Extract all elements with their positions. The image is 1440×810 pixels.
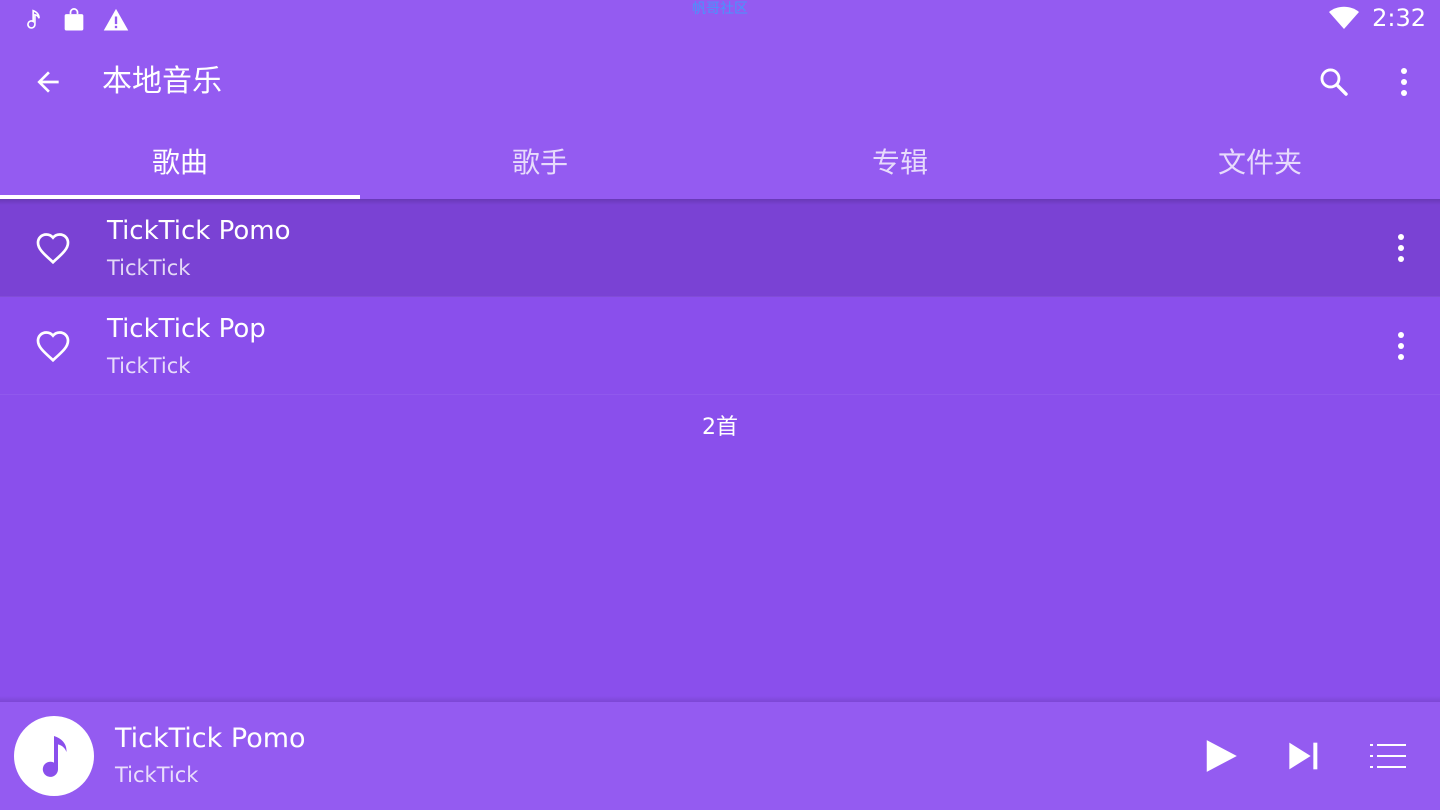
favorite-button[interactable]	[30, 225, 76, 271]
play-icon	[1206, 740, 1237, 772]
heart-outline-icon	[36, 233, 70, 265]
song-title: TickTick Pop	[107, 314, 266, 344]
now-playing-artist: TickTick	[115, 763, 199, 787]
queue-button[interactable]	[1360, 728, 1416, 784]
tab-bar-shadow	[0, 199, 1440, 205]
now-playing-bar[interactable]: TickTick Pomo TickTick	[0, 702, 1440, 810]
skip-next-icon	[1289, 742, 1318, 770]
song-more-button[interactable]	[1380, 225, 1422, 271]
song-title: TickTick Pomo	[107, 216, 291, 246]
song-artist: TickTick	[107, 256, 191, 280]
wifi-icon	[1329, 6, 1360, 29]
play-button[interactable]	[1193, 728, 1249, 784]
status-system-area: 2:32	[1328, 4, 1426, 32]
arrow-back-icon	[37, 71, 59, 93]
tab-label: 专辑	[871, 145, 928, 179]
tab-bar: 歌曲 歌手 专辑 文件夹	[0, 122, 1440, 199]
more-vert-icon	[1398, 234, 1404, 262]
more-vert-icon	[1401, 68, 1407, 96]
tab-albums[interactable]: 专辑	[720, 122, 1080, 199]
search-button[interactable]	[1306, 54, 1362, 110]
back-button[interactable]	[20, 54, 76, 110]
search-icon	[1320, 68, 1348, 96]
favorite-button[interactable]	[30, 323, 76, 369]
status-bar: 帆哥社区 2:32	[0, 0, 1440, 42]
app-bar: 本地音乐	[0, 42, 1440, 122]
list-item[interactable]: TickTick Pop TickTick	[0, 297, 1440, 395]
skip-next-button[interactable]	[1276, 728, 1332, 784]
queue-list-icon	[1370, 744, 1406, 768]
overflow-menu-button[interactable]	[1376, 54, 1432, 110]
tab-folders[interactable]: 文件夹	[1080, 122, 1440, 199]
tab-label: 文件夹	[1217, 145, 1302, 179]
tab-label: 歌手	[511, 145, 568, 179]
song-count: 2首	[702, 415, 738, 440]
song-list: TickTick Pomo TickTick TickTick Pop Tick…	[0, 199, 1440, 395]
tab-label: 歌曲	[151, 145, 208, 179]
tab-artists[interactable]: 歌手	[360, 122, 720, 199]
watermark-text: 帆哥社区	[692, 1, 748, 17]
more-vert-icon	[1398, 332, 1404, 360]
music-note-icon	[42, 736, 67, 777]
page-title: 本地音乐	[102, 64, 222, 99]
song-artist: TickTick	[107, 354, 191, 378]
song-more-button[interactable]	[1380, 323, 1422, 369]
tab-songs[interactable]: 歌曲	[0, 122, 360, 199]
now-playing-title: TickTick Pomo	[115, 723, 306, 754]
heart-outline-icon	[36, 331, 70, 363]
album-art[interactable]	[14, 716, 94, 796]
clock-time: 2:32	[1372, 4, 1426, 32]
list-item[interactable]: TickTick Pomo TickTick	[0, 199, 1440, 297]
